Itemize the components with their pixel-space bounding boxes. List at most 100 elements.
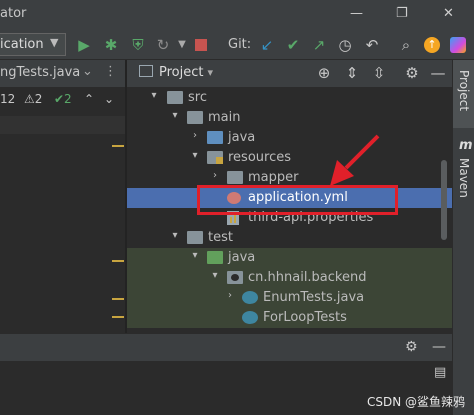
change-marker [112, 260, 124, 262]
close-button[interactable]: ✕ [443, 6, 454, 21]
editor-tab[interactable]: ngTests.java [0, 65, 80, 80]
more-tabs-icon[interactable]: ⋮ [104, 64, 117, 79]
layout-icon[interactable]: ▤ [434, 365, 446, 380]
hide-icon[interactable]: — [429, 64, 447, 82]
code-editor[interactable]: 12 ⚠2 ✔2 ⌃ ⌄ [0, 88, 126, 333]
history-icon[interactable]: ◷ [335, 35, 355, 55]
jetbrains-icon[interactable] [448, 35, 468, 55]
project-folder-icon [139, 65, 153, 77]
project-panel-header: Project ▾ ⊕ ⇕ ⇳ ⚙ — [127, 60, 452, 88]
folder-icon [187, 111, 203, 124]
java-class-icon [242, 311, 258, 324]
window-title: ator [0, 6, 27, 21]
project-tool-label: Project [457, 70, 471, 112]
expand-arrow-icon[interactable]: ▾ [209, 270, 221, 281]
project-tool-tab[interactable]: Project [453, 60, 474, 128]
chevron-down-icon: ▾ [207, 66, 214, 79]
expand-all-icon[interactable]: ⇕ [343, 64, 361, 82]
hide-icon[interactable]: — [432, 339, 446, 355]
stop-icon[interactable] [191, 35, 211, 55]
tree-node-java[interactable]: › java [127, 128, 452, 148]
chevron-down-icon: ▼ [50, 36, 59, 49]
test-folder-icon [207, 251, 223, 264]
collapse-all-icon[interactable]: ⇳ [370, 64, 388, 82]
chevron-down-icon[interactable]: ⌄ [104, 92, 114, 106]
right-tool-strip: Project m Maven [452, 60, 474, 415]
title-bar: ator — ❐ ✕ [0, 0, 474, 30]
bottom-panel-header: ⚙ — [0, 333, 452, 361]
expand-arrow-icon[interactable]: ▾ [189, 250, 201, 261]
change-marker [112, 298, 124, 300]
tree-node-package[interactable]: ▾ cn.hhnail.backend [127, 268, 452, 288]
source-folder-icon [207, 131, 223, 144]
tree-node-label: src [188, 90, 207, 105]
folder-icon [227, 171, 243, 184]
folder-icon [187, 231, 203, 244]
project-view-selector[interactable]: Project ▾ [139, 65, 213, 80]
search-icon[interactable]: ⌕ [396, 35, 416, 55]
tree-node-src[interactable]: ▾ src [127, 88, 452, 108]
run-configuration-selector[interactable]: ication ▼ [0, 33, 66, 56]
tree-node-label: mapper [248, 170, 299, 185]
weak-warning-count: ⚠2 [24, 92, 43, 106]
expand-arrow-icon[interactable]: ▾ [169, 110, 181, 121]
maven-tool-tab[interactable]: m Maven [453, 138, 474, 208]
git-update-icon[interactable]: ↙ [257, 35, 277, 55]
tree-node-label: java [228, 130, 256, 145]
minimize-button[interactable]: — [350, 6, 363, 21]
tree-node-test-java[interactable]: ▾ java [127, 248, 452, 268]
current-line-highlight [0, 116, 126, 134]
tree-node-label: main [208, 110, 241, 125]
chevron-up-icon[interactable]: ⌃ [84, 92, 94, 106]
debug-icon[interactable]: ✱ [101, 35, 121, 55]
gear-icon[interactable]: ⚙ [403, 64, 421, 82]
tree-node-test[interactable]: ▾ test [127, 228, 452, 248]
warning-count: 12 [0, 92, 16, 106]
editor-tab-bar: ngTests.java ⌄ ⋮ [0, 60, 126, 88]
chevron-down-icon[interactable]: ⌄ [82, 64, 93, 79]
tree-node-label: resources [228, 150, 292, 165]
folder-icon [167, 91, 183, 104]
change-marker [112, 145, 124, 147]
profile-icon[interactable]: ↻ [153, 35, 173, 55]
tree-scrollbar[interactable] [441, 160, 447, 240]
java-class-icon [242, 291, 258, 304]
rollback-icon[interactable]: ↶ [362, 35, 382, 55]
tree-node-label: cn.hhnail.backend [248, 270, 367, 285]
expand-arrow-icon[interactable]: ▾ [148, 90, 160, 101]
package-icon [227, 271, 243, 284]
expand-arrow-icon[interactable]: ▾ [169, 230, 181, 241]
collapse-arrow-icon[interactable]: › [209, 170, 221, 181]
tree-node-main[interactable]: ▾ main [127, 108, 452, 128]
collapse-arrow-icon[interactable]: › [224, 290, 236, 301]
typo-count: ✔2 [54, 92, 72, 106]
gear-icon[interactable]: ⚙ [405, 339, 418, 355]
resources-folder-icon [207, 151, 223, 164]
restore-button[interactable]: ❐ [396, 6, 408, 21]
collapse-arrow-icon[interactable]: › [189, 130, 201, 141]
more-run-icon[interactable]: ▼ [172, 35, 192, 55]
maven-tool-label: Maven [457, 158, 471, 198]
maven-icon: m [459, 138, 473, 153]
inspection-widget[interactable]: 12 ⚠2 ✔2 ⌃ ⌄ [0, 88, 126, 112]
project-title: Project [159, 65, 204, 80]
git-commit-icon[interactable]: ✔ [283, 35, 303, 55]
locate-icon[interactable]: ⊕ [315, 64, 333, 82]
git-label: Git: [228, 37, 252, 52]
tree-node-resources[interactable]: ▾ resources [127, 148, 452, 168]
tree-node-label: EnumTests.java [263, 290, 365, 305]
tree-node-label: java [228, 250, 256, 265]
tree-node-enumtests[interactable]: › EnumTests.java [127, 288, 452, 308]
tree-node-forlooptests[interactable]: ForLoopTests [127, 308, 452, 328]
update-icon[interactable]: ↑ [422, 35, 442, 55]
main-toolbar: ication ▼ ▶ ✱ ⛨ ↻ ▼ Git: ↙ ✔ ↗ ◷ ↶ ⌕ ↑ [0, 30, 474, 60]
annotation-highlight-box [197, 185, 398, 215]
git-push-icon[interactable]: ↗ [309, 35, 329, 55]
coverage-icon[interactable]: ⛨ [128, 35, 148, 55]
run-configuration-label: ication [0, 37, 44, 52]
change-marker [112, 316, 124, 318]
tree-node-label: test [208, 230, 233, 245]
run-icon[interactable]: ▶ [74, 35, 94, 55]
expand-arrow-icon[interactable]: ▾ [189, 150, 201, 161]
tree-node-label: ForLoopTests [263, 310, 347, 325]
